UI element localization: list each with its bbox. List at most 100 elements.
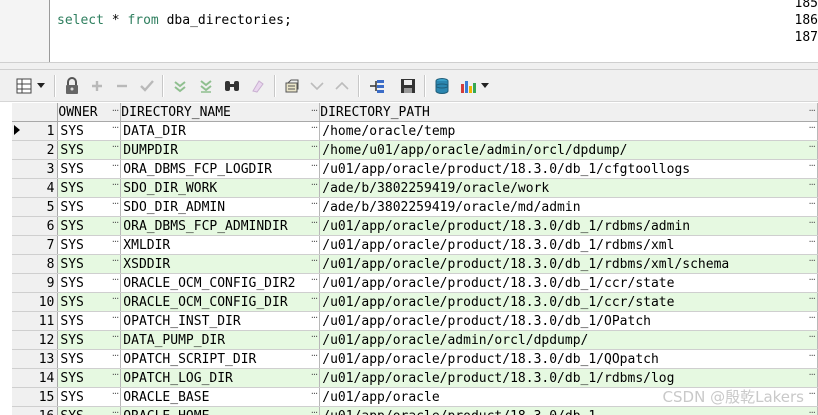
cell-editor-button[interactable]: ··· bbox=[311, 218, 318, 232]
cell-owner[interactable]: SYS ··· bbox=[57, 140, 122, 160]
cell-name[interactable]: ORA_DBMS_FCP_LOGDIR ··· bbox=[120, 159, 321, 179]
cell-editor-button[interactable]: ··· bbox=[311, 370, 318, 384]
cell-editor-button[interactable]: ··· bbox=[112, 199, 119, 213]
cell-name[interactable]: XSDDIR ··· bbox=[120, 254, 321, 274]
query-tree-icon[interactable] bbox=[367, 76, 387, 96]
row-number[interactable]: 7 bbox=[12, 235, 59, 255]
cell-path[interactable]: /u01/app/oracle/product/18.3.0/db_1/rdbm… bbox=[319, 235, 818, 255]
cell-name[interactable]: XMLDIR ··· bbox=[120, 235, 321, 255]
column-header-directory-name[interactable]: DIRECTORY_NAME ··· bbox=[120, 103, 321, 122]
cell-editor-button[interactable]: ··· bbox=[311, 313, 318, 327]
export-icon[interactable] bbox=[282, 76, 302, 96]
cell-editor-button[interactable]: ··· bbox=[808, 389, 815, 403]
cell-name[interactable]: DATA_DIR ··· bbox=[120, 121, 321, 141]
lock-icon[interactable] bbox=[62, 76, 82, 96]
cell-path[interactable]: /home/oracle/temp ··· bbox=[319, 121, 818, 141]
row-number[interactable]: 16 bbox=[12, 406, 59, 415]
cell-owner[interactable]: SYS ··· bbox=[57, 197, 122, 217]
cell-name[interactable]: OPATCH_INST_DIR ··· bbox=[120, 311, 321, 331]
code-line[interactable]: select * from dba_directories; bbox=[57, 12, 292, 29]
grid-view-icon[interactable] bbox=[14, 76, 34, 96]
cell-editor-button[interactable]: ··· bbox=[112, 237, 119, 251]
cell-path[interactable]: /u01/app/oracle/product/18.3.0/db_1 ··· bbox=[319, 406, 818, 415]
cell-editor-button[interactable]: ··· bbox=[808, 180, 815, 194]
table-row[interactable]: 6 SYS ··· ORA_DBMS_FCP_ADMINDIR ··· /u01/app/… bbox=[12, 216, 818, 236]
row-number[interactable]: 12 bbox=[12, 330, 59, 350]
cell-editor-button[interactable]: ··· bbox=[311, 142, 318, 156]
cell-editor-button[interactable]: ··· bbox=[112, 161, 119, 175]
cell-editor-button[interactable]: ··· bbox=[808, 218, 815, 232]
cell-path[interactable]: /u01/app/oracle/product/18.3.0/db_1/rdbm… bbox=[319, 368, 818, 388]
cell-name[interactable]: ORA_DBMS_FCP_ADMINDIR ··· bbox=[120, 216, 321, 236]
chart-icon[interactable] bbox=[458, 76, 478, 96]
table-row[interactable]: 14 SYS ··· OPATCH_LOG_DIR ··· /u01/app/oracle… bbox=[12, 368, 818, 388]
cell-editor-button[interactable]: ··· bbox=[311, 199, 318, 213]
navigate-down-icon[interactable] bbox=[307, 76, 327, 96]
table-row[interactable]: 2 SYS ··· DUMPDIR ···/home/u01/app/oracle/ad… bbox=[12, 140, 818, 160]
cell-editor-button[interactable]: ··· bbox=[112, 275, 119, 289]
cell-name[interactable]: ORACLE_OCM_CONFIG_DIR ··· bbox=[120, 292, 321, 312]
cell-path[interactable]: /u01/app/oracle/admin/orcl/dpdump/ ··· bbox=[319, 330, 818, 350]
cell-path[interactable]: /u01/app/oracle/product/18.3.0/db_1/rdbm… bbox=[319, 254, 818, 274]
cell-editor-button[interactable]: ··· bbox=[808, 275, 815, 289]
table-row[interactable]: 9 SYS ··· ORACLE_OCM_CONFIG_DIR2 ··· /u01/app… bbox=[12, 273, 818, 293]
cell-name[interactable]: ORACLE_HOME ··· bbox=[120, 406, 321, 415]
row-number[interactable]: 9 bbox=[12, 273, 59, 293]
table-row[interactable]: 1 SYS ··· DATA_DIR ··· /home/oracle/temp ··· bbox=[12, 121, 818, 141]
filter-icon[interactable] bbox=[170, 76, 190, 96]
cell-editor-button[interactable]: ··· bbox=[112, 408, 119, 415]
cell-owner[interactable]: SYS ··· bbox=[57, 292, 122, 312]
table-row[interactable]: 10 SYS ··· ORACLE_OCM_CONFIG_DIR ··· /u01/app… bbox=[12, 292, 818, 312]
cell-name[interactable]: ORACLE_OCM_CONFIG_DIR2 ··· bbox=[120, 273, 321, 293]
navigate-up-icon[interactable] bbox=[332, 76, 352, 96]
cell-editor-button[interactable]: ··· bbox=[808, 294, 815, 308]
cell-owner[interactable]: SYS ··· bbox=[57, 216, 122, 236]
clear-icon[interactable] bbox=[248, 76, 268, 96]
cell-path[interactable]: /ade/b/3802259419/oracle/md/admin ··· bbox=[319, 197, 818, 217]
cell-path[interactable]: /u01/app/oracle/product/18.3.0/db_1/ccr/… bbox=[319, 292, 818, 312]
delete-record-icon[interactable] bbox=[112, 76, 132, 96]
table-row[interactable]: 8 SYS ··· XSDDIR ··· /u01/app/oracle/product/… bbox=[12, 254, 818, 274]
cell-path[interactable]: /ade/b/3802259419/oracle/work ··· bbox=[319, 178, 818, 198]
cell-owner[interactable]: SYS ··· bbox=[57, 178, 122, 198]
cell-owner[interactable]: SYS ··· bbox=[57, 387, 122, 407]
cell-editor-button[interactable]: ··· bbox=[311, 275, 318, 289]
cell-owner[interactable]: SYS ··· bbox=[57, 159, 122, 179]
cell-editor-button[interactable]: ··· bbox=[112, 389, 119, 403]
cell-editor-button[interactable]: ··· bbox=[112, 218, 119, 232]
row-number[interactable]: 2 bbox=[12, 140, 59, 160]
row-number[interactable]: 13 bbox=[12, 349, 59, 369]
cell-editor-button[interactable]: ··· bbox=[112, 180, 119, 194]
cell-name[interactable]: ORACLE_BASE ··· bbox=[120, 387, 321, 407]
cell-editor-button[interactable]: ··· bbox=[808, 408, 815, 415]
sql-editor[interactable]: 185 186 select * from dba_directories; 187 bbox=[0, 0, 818, 62]
cell-name[interactable]: OPATCH_LOG_DIR ··· bbox=[120, 368, 321, 388]
cell-path[interactable]: /u01/app/oracle/product/18.3.0/db_1/rdbm… bbox=[319, 216, 818, 236]
table-row[interactable]: 4 SYS ··· SDO_DIR_WORK ···/ade/b/3802259419/… bbox=[12, 178, 818, 198]
cell-path[interactable]: /u01/app/oracle/product/18.3.0/db_1/OPat… bbox=[319, 311, 818, 331]
table-row[interactable]: 7 SYS ··· XMLDIR ··· /u01/app/oracle/product/… bbox=[12, 235, 818, 255]
cell-editor-button[interactable]: ··· bbox=[112, 256, 119, 270]
cell-name[interactable]: OPATCH_SCRIPT_DIR ··· bbox=[120, 349, 321, 369]
cell-owner[interactable]: SYS ··· bbox=[57, 349, 122, 369]
cell-editor-button[interactable]: ··· bbox=[808, 256, 815, 270]
add-record-icon[interactable] bbox=[87, 76, 107, 96]
cell-owner[interactable]: SYS ··· bbox=[57, 311, 122, 331]
row-number[interactable]: 8 bbox=[12, 254, 59, 274]
cell-editor-button[interactable]: ··· bbox=[808, 351, 815, 365]
filter-down-icon[interactable] bbox=[196, 76, 216, 96]
cell-editor-button[interactable]: ··· bbox=[311, 256, 318, 270]
table-row[interactable]: 3 SYS ··· ORA_DBMS_FCP_LOGDIR ··· /u01/app/or… bbox=[12, 159, 818, 179]
cell-editor-button[interactable]: ··· bbox=[808, 123, 815, 137]
row-number[interactable]: 3 bbox=[12, 159, 59, 179]
row-number[interactable]: 15 bbox=[12, 387, 59, 407]
cell-editor-button[interactable]: ··· bbox=[112, 294, 119, 308]
row-number[interactable]: 1 bbox=[12, 121, 59, 141]
cell-editor-button[interactable]: ··· bbox=[311, 332, 318, 346]
row-number[interactable]: 6 bbox=[12, 216, 59, 236]
cell-editor-button[interactable]: ··· bbox=[311, 389, 318, 403]
cell-owner[interactable]: SYS ··· bbox=[57, 254, 122, 274]
cell-path[interactable]: /u01/app/oracle/product/18.3.0/db_1/ccr/… bbox=[319, 273, 818, 293]
post-changes-icon[interactable] bbox=[137, 76, 157, 96]
cell-editor-button[interactable]: ··· bbox=[808, 370, 815, 384]
